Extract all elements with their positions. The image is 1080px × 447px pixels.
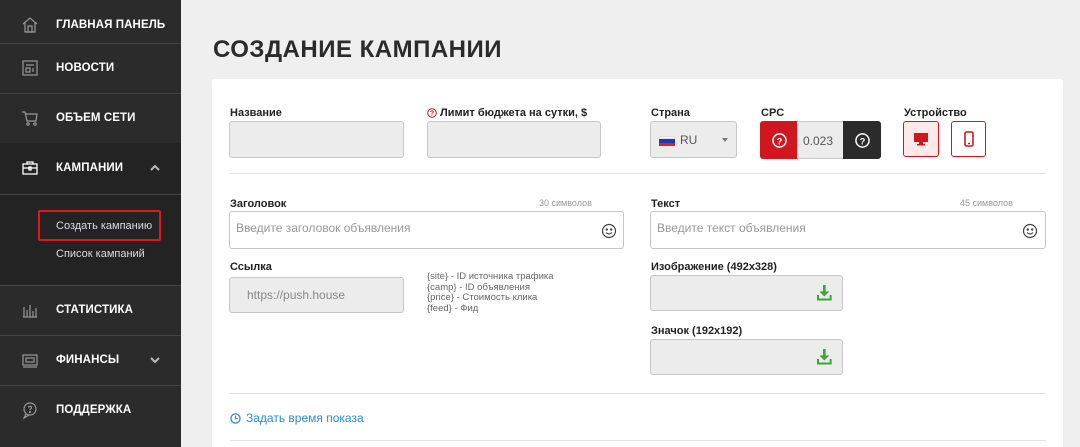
submenu-campaign-list[interactable]: Список кампаний [56,248,145,260]
text-char-hint: 45 символов [960,198,1013,208]
device-label: Устройство [904,107,967,119]
mobile-device-button[interactable] [951,121,986,157]
cpc-value: 0.023 [803,134,834,148]
sidebar-item-news[interactable]: НОВОСТИ [0,43,181,93]
cart-icon [21,109,39,127]
icon-upload-label: Значок (192x192) [651,325,743,337]
headline-label: Заголовок [230,198,287,210]
name-input[interactable] [229,121,404,158]
support-chat-icon [21,401,39,419]
macro-price: {price} - Стоимость клика [427,292,538,303]
download-icon[interactable] [815,284,833,302]
macro-site: {site} - ID источника трафика [427,271,554,282]
smartphone-icon [963,131,974,147]
link-input[interactable]: https://push.house [229,277,404,313]
download-icon[interactable] [815,348,833,366]
cpc-label: CPC [761,107,785,119]
sidebar-item-label: ФИНАНСЫ [56,354,120,366]
sidebar: ГЛАВНАЯ ПАНЕЛЬ НОВОСТИ ОБЪЕМ СЕТИ КАМПАН… [0,0,181,447]
budget-label: Лимит бюджета на сутки, $ [440,107,588,119]
briefcase-icon [21,159,39,177]
country-select[interactable]: RU [650,121,737,158]
sidebar-item-network-volume[interactable]: ОБЪЕМ СЕТИ [0,93,181,143]
clock-icon [230,412,241,424]
country-label: Страна [651,107,690,119]
sidebar-item-label: СТАТИСТИКА [56,304,133,316]
headline-char-hint: 30 символов [539,198,592,208]
text-placeholder: Введите текст объявления [657,221,806,235]
divider [230,440,1046,441]
name-label: Название [230,107,282,119]
divider [230,393,1046,394]
country-value: RU [680,133,698,147]
image-upload[interactable] [650,275,843,311]
schedule-link[interactable]: Задать время показа [230,411,364,425]
wallet-icon [21,351,39,369]
sidebar-item-label: ОБЪЕМ СЕТИ [56,112,136,124]
chevron-up-icon[interactable] [149,162,161,174]
svg-text:?: ? [859,136,865,146]
desktop-icon [914,133,928,146]
emoji-icon[interactable] [1022,223,1038,239]
selection-highlight [38,210,161,241]
budget-input[interactable] [427,121,601,158]
sidebar-item-label: ГЛАВНАЯ ПАНЕЛЬ [56,19,166,31]
text-input[interactable]: Введите текст объявления [650,211,1046,249]
page-title: СОЗДАНИЕ КАМПАНИИ [213,36,503,63]
news-icon [21,59,39,77]
help-icon: ? [854,132,870,148]
image-label: Изображение (492x328) [651,261,777,273]
help-icon[interactable]: ? [427,108,437,118]
chevron-down-icon[interactable] [149,354,161,366]
dropdown-caret-icon [722,138,728,142]
bar-chart-icon [21,301,39,319]
svg-text:?: ? [776,136,782,146]
russia-flag-icon [659,136,675,146]
desktop-device-button[interactable] [903,121,939,157]
headline-input[interactable]: Введите заголовок объявления [229,211,624,249]
text-label: Текст [651,198,681,210]
emoji-icon[interactable] [601,223,617,239]
cpc-info-button[interactable]: ? [843,121,881,159]
sidebar-item-label: КАМПАНИИ [56,162,124,174]
macros-help: {site} - ID источника трафика {camp} - I… [427,271,554,314]
help-icon: ? [771,132,787,148]
headline-placeholder: Введите заголовок объявления [236,221,411,235]
cpc-input[interactable]: 0.023 [797,121,844,159]
svg-text:?: ? [430,111,434,118]
sidebar-item-statistics[interactable]: СТАТИСТИКА [0,285,181,335]
link-value: https://push.house [247,288,346,302]
sidebar-item-finances[interactable]: ФИНАНСЫ [0,335,181,385]
link-label: Ссылка [230,261,272,273]
budget-label-wrap: ? Лимит бюджета на сутки, $ [427,107,587,119]
home-icon [21,16,39,34]
sidebar-item-campaigns[interactable]: КАМПАНИИ [0,143,181,193]
sidebar-item-label: НОВОСТИ [56,62,115,74]
cpc-help-button[interactable]: ? [760,121,798,159]
divider [230,173,1046,174]
sidebar-item-support[interactable]: ПОДДЕРЖКА [0,385,181,435]
macro-feed: {feed} - Фид [427,302,479,314]
schedule-link-label: Задать время показа [246,411,364,425]
sidebar-item-label: ПОДДЕРЖКА [56,404,132,416]
icon-upload[interactable] [650,339,843,375]
